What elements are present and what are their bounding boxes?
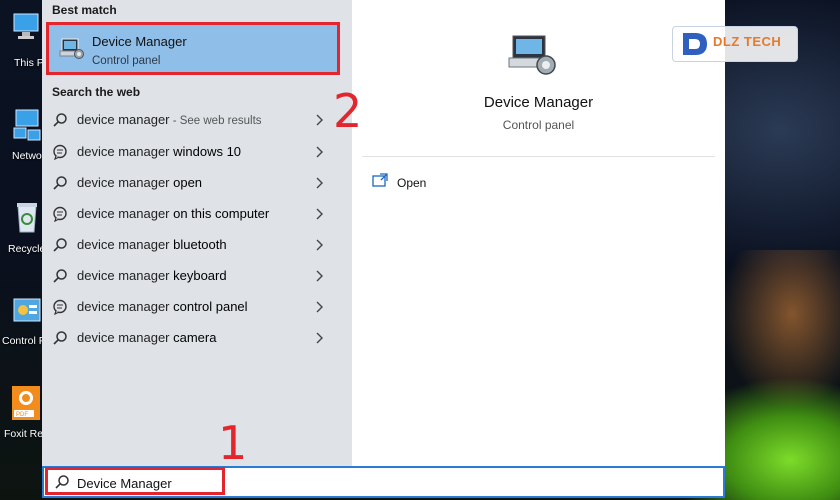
- desktop-icon-label: Foxit Re: [4, 428, 44, 440]
- web-result-query: device manager: [77, 144, 170, 159]
- device-manager-large-icon: [508, 35, 556, 75]
- web-result-item[interactable]: device manager windows 10: [42, 137, 342, 167]
- chevron-right-icon[interactable]: [314, 145, 324, 159]
- open-action[interactable]: Open: [372, 172, 492, 192]
- web-result-query: device manager: [77, 206, 170, 221]
- control-panel-icon: [13, 298, 41, 322]
- open-action-label: Open: [397, 176, 427, 190]
- wallpaper-glow: [720, 250, 840, 410]
- search-icon: [53, 269, 67, 283]
- web-result-completion: bluetooth: [169, 237, 227, 252]
- search-highlight-box: [45, 467, 225, 495]
- web-result-query: device manager: [77, 112, 170, 127]
- chevron-right-icon[interactable]: [314, 331, 324, 345]
- web-bubble-icon: [53, 299, 67, 315]
- desktop-icon-label: Control P: [2, 335, 46, 347]
- annotation-marker-1: 1: [218, 416, 248, 470]
- web-result-item[interactable]: device manager keyboard: [42, 261, 342, 291]
- chevron-right-icon[interactable]: [314, 300, 324, 314]
- dlz-tech-watermark: DLZ TECH: [672, 26, 798, 62]
- svg-text:PDF: PDF: [16, 412, 28, 418]
- detail-divider: [362, 156, 715, 157]
- chevron-right-icon[interactable]: [314, 238, 324, 252]
- best-match-subtitle: Control panel: [92, 55, 161, 67]
- web-result-item[interactable]: device manager camera: [42, 323, 342, 353]
- web-result-item[interactable]: device manager bluetooth: [42, 230, 342, 260]
- desktop-icon-label: This P: [14, 57, 44, 69]
- web-result-item[interactable]: device manager - See web results: [42, 105, 342, 135]
- best-match-title: Device Manager: [92, 34, 187, 49]
- best-match-heading: Best match: [52, 3, 117, 17]
- foxit-reader-icon: PDF: [12, 386, 40, 420]
- web-result-completion: control panel: [169, 299, 248, 314]
- chevron-right-icon[interactable]: [314, 207, 324, 221]
- watermark-text: DLZ TECH: [713, 34, 782, 49]
- this-pc-icon: [13, 13, 39, 39]
- web-bubble-icon: [53, 144, 67, 160]
- chevron-right-icon[interactable]: [314, 113, 324, 127]
- web-bubble-icon: [53, 206, 67, 222]
- web-result-completion: windows 10: [169, 144, 242, 159]
- web-result-query: device manager: [77, 237, 170, 252]
- search-icon: [53, 176, 67, 190]
- chevron-right-icon[interactable]: [314, 269, 324, 283]
- open-window-icon: [372, 173, 388, 187]
- desktop-icon-label: Recycle: [8, 243, 46, 255]
- search-icon: [53, 238, 67, 252]
- web-result-completion: keyboard: [169, 268, 227, 283]
- recycle-bin-icon: [17, 203, 37, 233]
- web-result-item[interactable]: device manager open: [42, 168, 342, 198]
- best-match-result[interactable]: Device Manager Control panel: [46, 22, 340, 75]
- web-result-query: device manager: [77, 175, 170, 190]
- detail-title: Device Manager: [483, 94, 594, 111]
- web-result-item[interactable]: device manager on this computer: [42, 199, 342, 229]
- device-manager-icon: [59, 38, 84, 59]
- network-icon: [13, 109, 41, 141]
- web-result-query: device manager: [77, 299, 170, 314]
- web-result-item[interactable]: device manager control panel: [42, 292, 342, 322]
- search-web-heading: Search the web: [52, 85, 141, 99]
- web-result-query: device manager: [77, 330, 170, 345]
- web-result-suffix: - See web results: [169, 115, 262, 127]
- web-result-completion: camera: [169, 330, 217, 345]
- web-result-completion: on this computer: [169, 206, 270, 221]
- search-icon: [53, 331, 67, 345]
- search-icon: [53, 113, 67, 127]
- chevron-right-icon[interactable]: [314, 176, 324, 190]
- dlz-logo-icon: [683, 33, 707, 55]
- web-result-completion: open: [169, 175, 203, 190]
- web-result-query: device manager: [77, 268, 170, 283]
- desktop-icon-label: Netwo: [12, 150, 42, 162]
- detail-subtitle: Control panel: [502, 118, 575, 132]
